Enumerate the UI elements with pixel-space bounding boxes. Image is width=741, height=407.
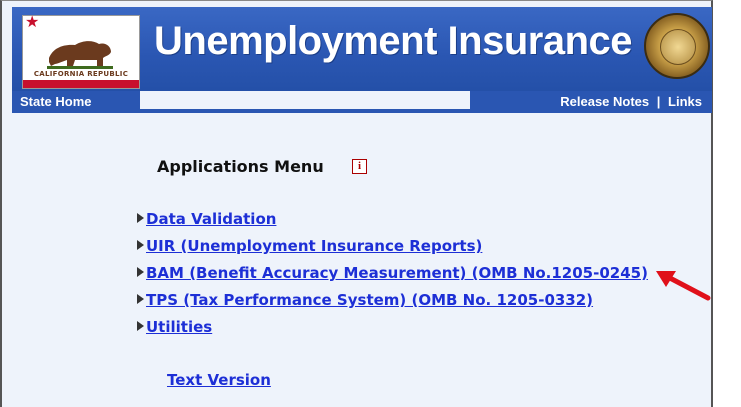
nav-notch [140, 91, 470, 109]
state-home-link[interactable]: State Home [20, 94, 92, 109]
header-banner: ★ CALIFORNIA REPUBLIC Unemployment Insur… [12, 7, 712, 113]
list-item: Data Validation [137, 209, 648, 236]
seal-center [660, 29, 696, 65]
utilities-link[interactable]: Utilities [146, 318, 212, 336]
list-item: UIR (Unemployment Insurance Reports) [137, 236, 648, 263]
triangle-bullet-icon [137, 321, 144, 331]
list-item: Utilities [137, 317, 648, 344]
info-icon[interactable]: i [352, 159, 367, 174]
nav-right-links: Release Notes | Links [560, 94, 702, 109]
california-flag-icon: ★ CALIFORNIA REPUBLIC [22, 12, 140, 89]
uir-link[interactable]: UIR (Unemployment Insurance Reports) [146, 237, 482, 255]
triangle-bullet-icon [137, 267, 144, 277]
triangle-bullet-icon [137, 240, 144, 250]
links-link[interactable]: Links [668, 94, 702, 109]
nav-separator: | [656, 94, 661, 109]
applications-menu-title: Applications Menu [157, 157, 324, 176]
bam-link[interactable]: BAM (Benefit Accuracy Measurement) (OMB … [146, 264, 648, 282]
data-validation-link[interactable]: Data Validation [146, 210, 276, 228]
triangle-bullet-icon [137, 294, 144, 304]
page-frame: ★ CALIFORNIA REPUBLIC Unemployment Insur… [0, 0, 713, 407]
tps-link[interactable]: TPS (Tax Performance System) (OMB No. 12… [146, 291, 593, 309]
flag-stripe [23, 80, 139, 88]
star-icon: ★ [25, 12, 40, 31]
header-banner-bar: ★ CALIFORNIA REPUBLIC Unemployment Insur… [12, 7, 712, 91]
flag-caption: CALIFORNIA REPUBLIC [33, 70, 129, 78]
list-item: TPS (Tax Performance System) (OMB No. 12… [137, 290, 648, 317]
red-annotation-arrow [656, 271, 711, 301]
text-version-link[interactable]: Text Version [167, 371, 271, 389]
state-seal-icon [644, 13, 710, 79]
list-item: BAM (Benefit Accuracy Measurement) (OMB … [137, 263, 648, 290]
bear-icon [47, 41, 113, 69]
page-title: Unemployment Insurance [154, 19, 633, 63]
triangle-bullet-icon [137, 213, 144, 223]
release-notes-link[interactable]: Release Notes [560, 94, 649, 109]
applications-list: Data Validation UIR (Unemployment Insura… [137, 209, 648, 344]
